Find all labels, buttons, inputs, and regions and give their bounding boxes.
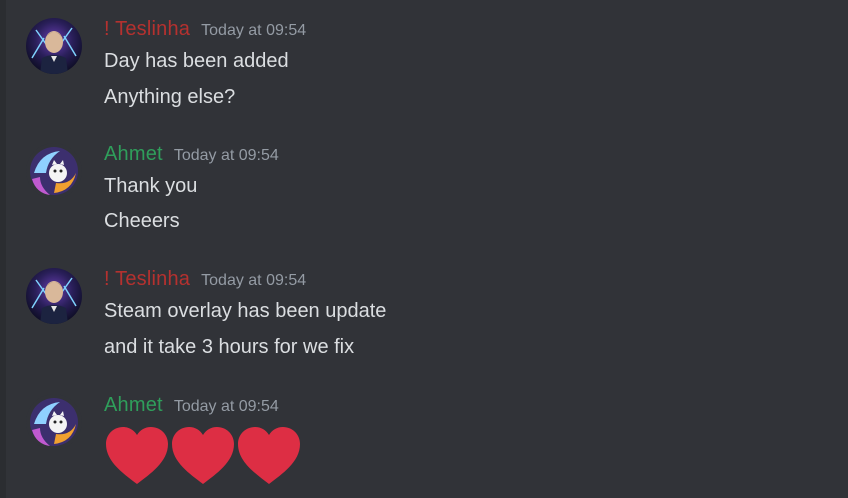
message-header: Ahmet Today at 09:54 [104, 394, 279, 422]
username-ahmet[interactable]: Ahmet [104, 394, 163, 417]
message-text: and it take 3 hours for we fix [104, 336, 355, 358]
message-header: Ahmet Today at 09:54 [104, 143, 279, 171]
timestamp[interactable]: Today at 09:54 [174, 398, 279, 416]
message-group-ahmet-1: Ahmet Today at 09:54 Thank you Cheeers [0, 143, 848, 243]
message-text: Anything else? [104, 86, 236, 108]
message-text: Day has been added [104, 50, 289, 72]
ahmet-avatar-icon [26, 394, 82, 450]
message-text: Thank you [104, 175, 198, 197]
heart-emoji-icon [172, 427, 234, 484]
teslinha-avatar-icon [26, 268, 82, 324]
teslinha-avatar-icon [26, 18, 82, 74]
message-group-ahmet-2: Ahmet Today at 09:54 [0, 394, 848, 494]
avatar-teslinha[interactable] [26, 18, 82, 74]
message-text: Steam overlay has been update [104, 300, 387, 322]
message-header: ! Teslinha Today at 09:54 [104, 268, 306, 296]
timestamp[interactable]: Today at 09:54 [201, 272, 306, 290]
avatar-ahmet[interactable] [26, 394, 82, 450]
message-group-teslinha-2: ! Teslinha Today at 09:54 Steam overlay … [0, 268, 848, 368]
username-teslinha[interactable]: ! Teslinha [104, 18, 190, 41]
timestamp[interactable]: Today at 09:54 [201, 22, 306, 40]
message-header: ! Teslinha Today at 09:54 [104, 18, 306, 46]
message-text: Cheeers [104, 210, 180, 232]
ahmet-avatar-icon [26, 143, 82, 199]
avatar-ahmet[interactable] [26, 143, 82, 199]
message-group-teslinha-1: ! Teslinha Today at 09:54 Day has been a… [0, 18, 848, 118]
timestamp[interactable]: Today at 09:54 [174, 147, 279, 165]
username-teslinha[interactable]: ! Teslinha [104, 268, 190, 291]
heart-emoji-icon [106, 427, 168, 484]
avatar-teslinha[interactable] [26, 268, 82, 324]
username-ahmet[interactable]: Ahmet [104, 143, 163, 166]
emoji-row [104, 426, 302, 486]
heart-emoji-icon [238, 427, 300, 484]
